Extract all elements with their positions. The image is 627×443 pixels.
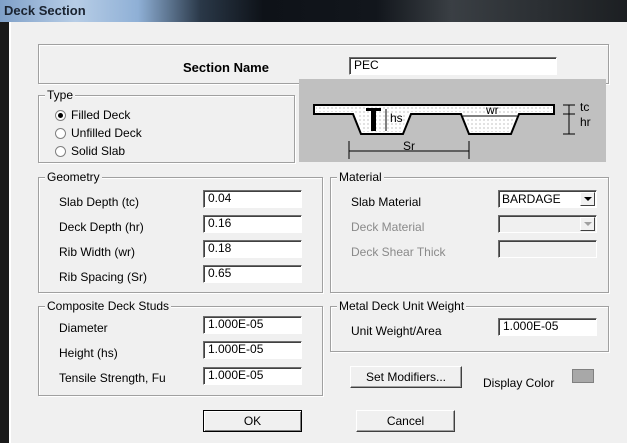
filled-deck-radio[interactable]	[55, 110, 66, 121]
sr-label: Sr	[403, 139, 415, 153]
hs-label: hs	[390, 111, 403, 125]
tensile-strength-input[interactable]: 1.000E-05	[203, 367, 302, 385]
deck-depth-input[interactable]: 0.16	[203, 215, 302, 233]
ok-button[interactable]: OK	[203, 410, 302, 432]
window-title: Deck Section	[4, 3, 86, 18]
unit-weight-legend: Metal Deck Unit Weight	[337, 299, 467, 313]
unfilled-deck-radio[interactable]	[55, 128, 66, 139]
diameter-label: Diameter	[59, 321, 108, 335]
studs-legend: Composite Deck Studs	[45, 299, 172, 313]
tensile-strength-label: Tensile Strength, Fu	[59, 371, 166, 385]
diameter-input[interactable]: 1.000E-05	[203, 316, 302, 334]
hr-label: hr	[580, 115, 591, 129]
unit-weight-input[interactable]: 1.000E-05	[498, 318, 597, 336]
chevron-down-icon[interactable]	[580, 192, 595, 206]
material-legend: Material	[337, 170, 384, 184]
slab-depth-label: Slab Depth (tc)	[59, 195, 140, 209]
deck-profile-diagram: hs wr Sr tc hr	[299, 79, 606, 162]
tc-label: tc	[580, 100, 590, 114]
section-name-label: Section Name	[183, 60, 269, 75]
stud-shape	[371, 109, 376, 131]
height-label: Height (hs)	[59, 346, 118, 360]
slab-material-select[interactable]: BARDAGE	[498, 190, 597, 208]
rib-width-label: Rib Width (wr)	[59, 245, 136, 259]
deck-profile-svg	[313, 104, 575, 159]
solid-slab-radio[interactable]	[55, 146, 66, 157]
filled-deck-label: Filled Deck	[71, 108, 131, 122]
solid-slab-label: Solid Slab	[71, 144, 126, 158]
geometry-legend: Geometry	[45, 170, 102, 184]
deck-depth-label: Deck Depth (hr)	[59, 220, 144, 234]
unfilled-deck-label: Unfilled Deck	[71, 126, 142, 140]
height-input[interactable]: 1.000E-05	[203, 341, 302, 359]
deck-material-label: Deck Material	[351, 220, 425, 234]
deck-material-select[interactable]	[498, 215, 597, 233]
rib-width-input[interactable]: 0.18	[203, 240, 302, 258]
deck-shear-thick-label: Deck Shear Thick	[351, 245, 446, 259]
cancel-button[interactable]: Cancel	[356, 410, 455, 432]
deck-shear-thick-input[interactable]	[498, 240, 597, 258]
title-bar[interactable]: Deck Section	[0, 0, 627, 22]
unit-weight-label: Unit Weight/Area	[351, 324, 442, 338]
display-color-swatch[interactable]	[572, 369, 594, 383]
display-color-label: Display Color	[483, 376, 555, 390]
slab-material-label: Slab Material	[351, 195, 422, 209]
type-legend: Type	[45, 88, 76, 102]
set-modifiers-button[interactable]: Set Modifiers...	[350, 366, 462, 388]
chevron-down-icon[interactable]	[580, 217, 595, 231]
rib-spacing-input[interactable]: 0.65	[203, 265, 302, 283]
slab-depth-input[interactable]: 0.04	[203, 190, 302, 208]
slab-material-value: BARDAGE	[502, 192, 561, 206]
wr-label: wr	[486, 103, 499, 117]
rib-spacing-label: Rib Spacing (Sr)	[59, 270, 148, 284]
section-name-input[interactable]: PEC	[349, 57, 557, 75]
